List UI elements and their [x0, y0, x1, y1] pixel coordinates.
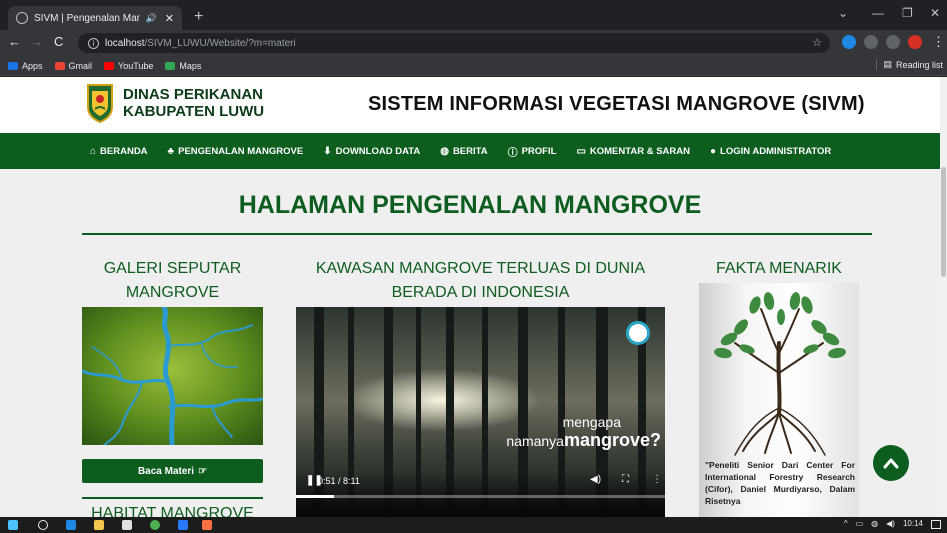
- laptop-icon: ▭: [576, 145, 586, 157]
- minimize-button[interactable]: —: [872, 6, 884, 20]
- heading-divider: [82, 233, 872, 235]
- agency-name: DINAS PERIKANAN KABUPATEN LUWU: [123, 86, 265, 120]
- chrome-icon[interactable]: [150, 520, 160, 530]
- close-tab-icon[interactable]: ✕: [165, 12, 174, 25]
- habitat-title: HABITAT MANGROVE: [91, 505, 254, 517]
- system-tray: ^ ▭ ◍ ◀) 10:14: [844, 519, 923, 528]
- luwu-regency-logo: [87, 84, 113, 123]
- apps-grid-icon: [8, 61, 18, 70]
- info-icon: ⓘ: [507, 147, 518, 159]
- extension-icon[interactable]: [842, 35, 856, 49]
- tab-title: SIVM | Pengenalan Mangrove: [34, 12, 140, 24]
- gmail-icon: [54, 61, 65, 70]
- speaker-icon[interactable]: ◀): [886, 519, 895, 528]
- tree-icon: ♣: [167, 145, 175, 157]
- video-time: 0:51 / 8:11: [318, 476, 360, 486]
- scrollbar-thumb[interactable]: [941, 167, 946, 277]
- store-icon[interactable]: [122, 520, 132, 530]
- reading-list-icon: ▤: [883, 59, 892, 69]
- browser-tabstrip: SIVM | Pengenalan Mangrove 🔊 ✕ + ⌄ — ❐ ✕: [0, 0, 947, 30]
- close-window-button[interactable]: ✕: [930, 6, 940, 20]
- nav-komentar-saran[interactable]: ▭ KOMENTAR & SARAN: [576, 146, 690, 157]
- battery-icon[interactable]: ▭: [856, 519, 864, 528]
- new-tab-button[interactable]: +: [194, 8, 203, 26]
- bookmark-maps[interactable]: Maps: [165, 61, 201, 71]
- media-control-icon[interactable]: [886, 35, 900, 49]
- channel-logo-icon[interactable]: [626, 321, 650, 345]
- browser-menu-icon[interactable]: ⋮: [932, 34, 945, 50]
- forward-button[interactable]: →: [30, 34, 43, 49]
- video-section-title: KAWASAN MANGROVE TERLUAS DI DUNIA BERADA…: [315, 260, 646, 301]
- back-to-top-button[interactable]: [873, 445, 909, 481]
- address-bar[interactable]: i localhost/SIVM_LUWU/Website/?m=materi …: [78, 33, 830, 53]
- search-icon[interactable]: [38, 520, 48, 530]
- windows-taskbar: ^ ▭ ◍ ◀) 10:14: [0, 517, 947, 533]
- bookmark-youtube[interactable]: YouTube: [104, 61, 153, 71]
- reload-button[interactable]: C: [54, 34, 63, 49]
- video-caption: mengapa namanyamangrove?: [506, 414, 661, 450]
- fact-text: "Peneliti Senior Dari Center For Interna…: [705, 460, 855, 506]
- bookmark-apps[interactable]: Apps: [8, 61, 43, 71]
- browser-toolbar: ← → C i localhost/SIVM_LUWU/Website/?m=m…: [0, 30, 947, 56]
- web-page: DINAS PERIKANAN KABUPATEN LUWU SISTEM IN…: [0, 77, 940, 517]
- extensions-puzzle-icon[interactable]: [864, 35, 878, 49]
- nav-pengenalan-mangrove[interactable]: ♣ PENGENALAN MANGROVE: [168, 146, 304, 157]
- video-controls: ❚❚ 0:51 / 8:11 ◀) ⛶ ⋮: [296, 471, 665, 517]
- nav-profil[interactable]: ⓘ PROFIL: [508, 144, 557, 159]
- notification-icon[interactable]: [931, 520, 941, 529]
- site-title: SISTEM INFORMASI VEGETASI MANGROVE (SIVM…: [368, 93, 865, 115]
- more-options-icon[interactable]: ⋮: [652, 474, 662, 485]
- chevron-up-icon: [883, 458, 899, 469]
- vscode-icon[interactable]: [178, 520, 188, 530]
- download-icon: ⬇: [323, 145, 332, 157]
- back-button[interactable]: ←: [8, 34, 21, 49]
- maximize-button[interactable]: ❐: [902, 6, 913, 20]
- edge-browser-icon[interactable]: [66, 520, 76, 530]
- mangrove-aerial-image[interactable]: [82, 307, 263, 445]
- video-progress-bar[interactable]: [296, 495, 665, 498]
- profile-avatar-icon[interactable]: [908, 35, 922, 49]
- mangrove-tree-illustration: [714, 292, 846, 456]
- page-heading: HALAMAN PENGENALAN MANGROVE: [238, 191, 702, 219]
- maps-pin-icon: [165, 61, 176, 70]
- left-column-divider: [82, 497, 263, 499]
- globe-icon: [16, 12, 28, 24]
- audio-playing-icon[interactable]: 🔊: [146, 13, 157, 24]
- xampp-icon[interactable]: [202, 520, 212, 530]
- network-icon[interactable]: ◍: [871, 519, 878, 528]
- youtube-icon: [104, 61, 115, 70]
- clock[interactable]: 10:14: [903, 519, 923, 528]
- mangrove-video-player[interactable]: mengapa namanyamangrove? ❚❚ 0:51 / 8:11 …: [296, 307, 665, 517]
- nav-login-administrator[interactable]: ● LOGIN ADMINISTRATOR: [710, 146, 831, 157]
- url-text[interactable]: localhost/SIVM_LUWU/Website/?m=materi: [105, 38, 296, 49]
- nav-beranda[interactable]: ⌂ BERANDA: [90, 146, 148, 157]
- nav-download-data[interactable]: ⬇ DOWNLOAD DATA: [323, 146, 420, 157]
- video-progress-fill: [296, 495, 335, 498]
- fact-card: "Peneliti Senior Dari Center For Interna…: [699, 283, 859, 517]
- user-icon: ●: [710, 145, 717, 157]
- fact-title: FAKTA MENARIK: [716, 260, 842, 277]
- bookmarks-bar: Apps Gmail YouTube Maps ▤ Reading list: [0, 56, 947, 76]
- reading-list-button[interactable]: ▤ Reading list: [876, 59, 943, 70]
- tab-search-icon[interactable]: ⌄: [838, 6, 848, 20]
- windows-start-icon[interactable]: [8, 520, 18, 530]
- read-material-button[interactable]: Baca Materi ☞: [82, 459, 263, 483]
- page-scrollbar[interactable]: [940, 77, 947, 517]
- hand-pointer-icon: ☞: [198, 465, 208, 477]
- bookmark-gmail[interactable]: Gmail: [54, 61, 92, 71]
- volume-icon[interactable]: ◀): [590, 474, 601, 485]
- bookmark-star-icon[interactable]: ☆: [812, 36, 822, 49]
- home-icon: ⌂: [90, 145, 97, 157]
- browser-tab-active[interactable]: SIVM | Pengenalan Mangrove 🔊 ✕: [8, 6, 182, 30]
- main-navigation: ⌂ BERANDA ♣ PENGENALAN MANGROVE ⬇ DOWNLOAD …: [0, 133, 940, 169]
- fullscreen-icon[interactable]: ⛶: [622, 474, 629, 485]
- file-explorer-icon[interactable]: [94, 520, 104, 530]
- gallery-title: GALERI SEPUTAR MANGROVE: [103, 260, 242, 301]
- globe-icon: ◍: [440, 145, 449, 157]
- site-info-icon[interactable]: i: [88, 37, 99, 49]
- nav-berita[interactable]: ◍ BERITA: [440, 146, 487, 157]
- site-header: DINAS PERIKANAN KABUPATEN LUWU SISTEM IN…: [0, 77, 940, 133]
- chevron-up-icon[interactable]: ^: [844, 519, 848, 528]
